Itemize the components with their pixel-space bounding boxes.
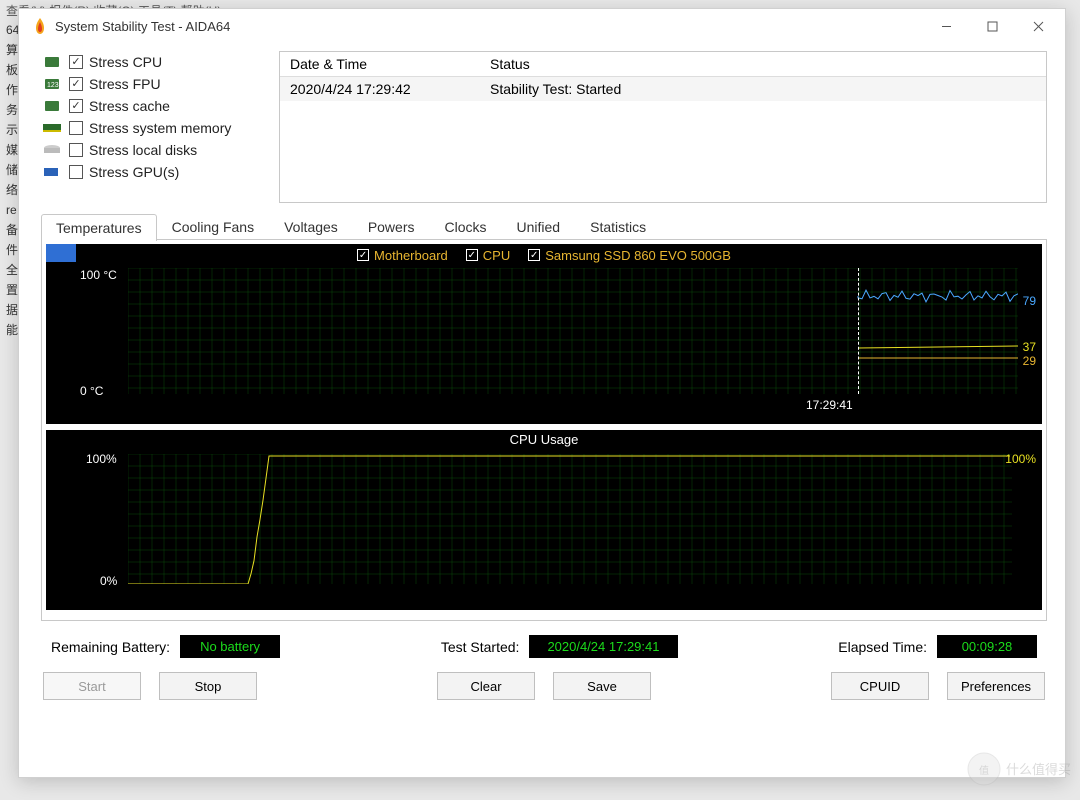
checkbox-icon xyxy=(357,249,369,261)
cpu-icon xyxy=(41,55,63,69)
log-table[interactable]: Date & Time Status 2020/4/24 17:29:42Sta… xyxy=(279,51,1047,203)
close-button[interactable] xyxy=(1015,11,1061,41)
checkbox-icon xyxy=(69,165,83,179)
stress-option-fpu[interactable]: 123 Stress FPU xyxy=(41,73,261,95)
reading-mb: 37 xyxy=(1023,340,1036,354)
minimize-button[interactable] xyxy=(923,11,969,41)
tab-clocks[interactable]: Clocks xyxy=(430,213,502,240)
stress-option-gpu[interactable]: Stress GPU(s) xyxy=(41,161,261,183)
log-cell-st: Stability Test: Started xyxy=(480,77,1046,101)
gpu-icon xyxy=(41,165,63,179)
fpu-icon: 123 xyxy=(41,77,63,91)
log-cell-dt: 2020/4/24 17:29:42 xyxy=(280,77,480,101)
y-axis-top: 100% xyxy=(86,452,117,466)
legend-cpu[interactable]: CPU xyxy=(466,248,510,263)
cpu-grid xyxy=(128,454,1012,584)
disk-icon xyxy=(41,143,63,157)
cpu-graph-title: CPU Usage xyxy=(46,430,1042,450)
button-row: Start Stop Clear Save CPUID Preferences xyxy=(41,664,1047,700)
legend-label: Samsung SSD 860 EVO 500GB xyxy=(545,248,731,263)
temperature-graph: Motherboard CPU Samsung SSD 860 EVO 500G… xyxy=(46,244,1042,424)
log-row[interactable]: 2020/4/24 17:29:42Stability Test: Starte… xyxy=(280,77,1046,101)
temperature-legend: Motherboard CPU Samsung SSD 860 EVO 500G… xyxy=(46,244,1042,266)
maximize-button[interactable] xyxy=(969,11,1015,41)
tab-unified[interactable]: Unified xyxy=(502,213,576,240)
tab-temperatures[interactable]: Temperatures xyxy=(41,214,157,241)
tab-statistics[interactable]: Statistics xyxy=(575,213,661,240)
started-value: 2020/4/24 17:29:41 xyxy=(529,635,677,658)
legend-ssd[interactable]: Samsung SSD 860 EVO 500GB xyxy=(528,248,731,263)
cpuid-button[interactable]: CPUID xyxy=(831,672,929,700)
preferences-button[interactable]: Preferences xyxy=(947,672,1045,700)
reading-cpu: 79 xyxy=(1023,294,1036,308)
stress-option-disk[interactable]: Stress local disks xyxy=(41,139,261,161)
stop-button[interactable]: Stop xyxy=(159,672,257,700)
app-icon xyxy=(31,17,49,35)
cpu-value-label: 100% xyxy=(1005,452,1036,466)
ram-icon xyxy=(41,121,63,135)
legend-label: Motherboard xyxy=(374,248,448,263)
started-label: Test Started: xyxy=(441,639,520,655)
stress-option-label: Stress system memory xyxy=(89,120,231,136)
cache-icon xyxy=(41,99,63,113)
stress-option-label: Stress local disks xyxy=(89,142,197,158)
cpu-usage-graph: CPU Usage 100% 0% 100% xyxy=(46,430,1042,610)
y-axis-bottom: 0% xyxy=(100,574,117,588)
checkbox-icon xyxy=(69,121,83,135)
graph-color-indicator xyxy=(46,244,76,262)
stress-option-label: Stress FPU xyxy=(89,76,161,92)
svg-text:值: 值 xyxy=(979,764,989,777)
stress-option-label: Stress GPU(s) xyxy=(89,164,179,180)
stability-test-window: System Stability Test - AIDA64 Stress CP… xyxy=(18,8,1066,778)
stress-option-cpu[interactable]: Stress CPU xyxy=(41,51,261,73)
tab-panel: Motherboard CPU Samsung SSD 860 EVO 500G… xyxy=(41,239,1047,621)
stress-option-label: Stress cache xyxy=(89,98,170,114)
legend-motherboard[interactable]: Motherboard xyxy=(357,248,448,263)
tab-cooling-fans[interactable]: Cooling Fans xyxy=(157,213,270,240)
window-title: System Stability Test - AIDA64 xyxy=(55,19,923,34)
y-axis-top: 100 °C xyxy=(80,268,117,282)
status-row: Remaining Battery: No battery Test Start… xyxy=(41,621,1047,664)
checkbox-icon xyxy=(69,55,83,69)
start-button[interactable]: Start xyxy=(43,672,141,700)
checkbox-icon xyxy=(69,99,83,113)
stress-options-list: Stress CPU 123 Stress FPU Stress cache St… xyxy=(41,51,261,183)
checkbox-icon xyxy=(69,77,83,91)
clear-button[interactable]: Clear xyxy=(437,672,535,700)
graph-tabs: TemperaturesCooling FansVoltagesPowersCl… xyxy=(41,213,1047,240)
svg-text:什么值得买: 什么值得买 xyxy=(1006,762,1071,777)
elapsed-value: 00:09:28 xyxy=(937,635,1037,658)
stress-option-label: Stress CPU xyxy=(89,54,162,70)
stress-option-ram[interactable]: Stress system memory xyxy=(41,117,261,139)
reading-ssd: 29 xyxy=(1023,354,1036,368)
log-header-row: Date & Time Status xyxy=(280,52,1046,77)
elapsed-label: Elapsed Time: xyxy=(838,639,927,655)
time-marker-label: 17:29:41 xyxy=(806,398,853,412)
log-header-status: Status xyxy=(480,52,1046,76)
svg-text:123: 123 xyxy=(47,82,59,89)
title-bar: System Stability Test - AIDA64 xyxy=(19,9,1065,43)
legend-label: CPU xyxy=(483,248,510,263)
time-marker xyxy=(858,268,859,394)
checkbox-icon xyxy=(528,249,540,261)
temperature-grid xyxy=(128,268,1018,394)
checkbox-icon xyxy=(466,249,478,261)
battery-value: No battery xyxy=(180,635,280,658)
watermark: 值 什么值得买 xyxy=(964,749,1074,794)
log-header-datetime: Date & Time xyxy=(280,52,480,76)
save-button[interactable]: Save xyxy=(553,672,651,700)
y-axis-bottom: 0 °C xyxy=(80,384,103,398)
tab-powers[interactable]: Powers xyxy=(353,213,430,240)
stress-option-cache[interactable]: Stress cache xyxy=(41,95,261,117)
tab-voltages[interactable]: Voltages xyxy=(269,213,353,240)
battery-label: Remaining Battery: xyxy=(51,639,170,655)
checkbox-icon xyxy=(69,143,83,157)
